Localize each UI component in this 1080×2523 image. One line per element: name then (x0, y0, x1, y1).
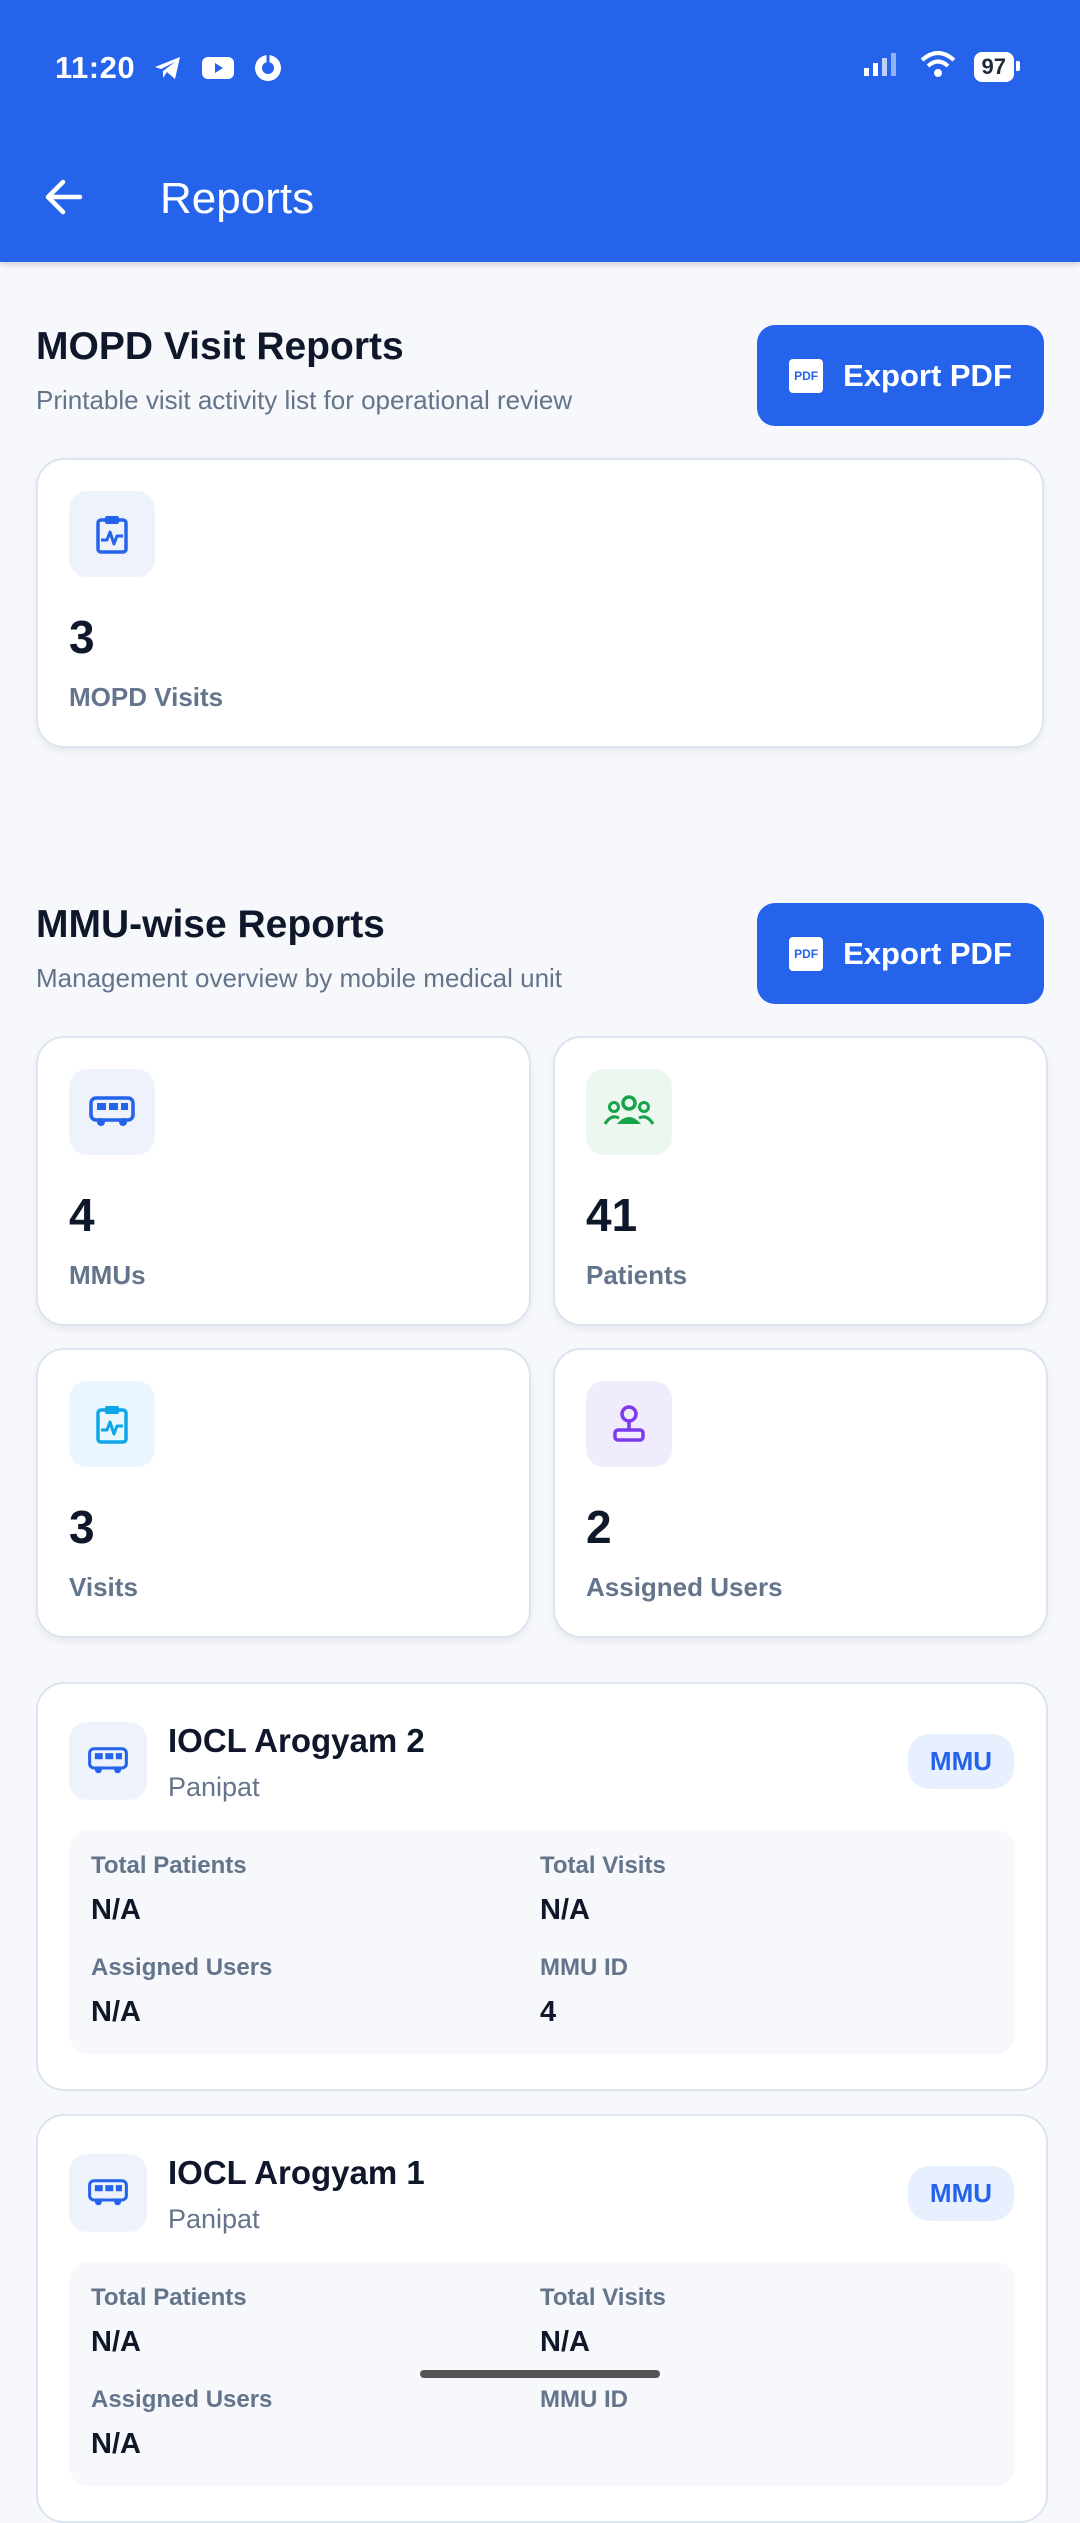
stat-value: 3 (69, 611, 95, 663)
battery-indicator: 97 (973, 51, 1021, 82)
youtube-icon (201, 55, 235, 81)
field-label: MMU ID (540, 2386, 628, 2413)
bus-icon (69, 2154, 147, 2232)
field-label: MMU ID (540, 1954, 628, 1981)
mmu-name: IOCL Arogyam 2 (168, 1722, 425, 1759)
bus-icon (69, 1069, 155, 1155)
stat-label: Assigned Users (586, 1572, 783, 1602)
field-value: N/A (91, 2326, 141, 2358)
app-bar: 11:20 97 Reports (0, 0, 1080, 262)
stat-label: MMUs (69, 1260, 146, 1290)
export-label: Export PDF (843, 357, 1012, 393)
mmu-badge: MMU (907, 2166, 1014, 2221)
pdf-icon: PDF (789, 936, 824, 971)
field-value: 4 (540, 1996, 557, 2028)
stat-value: 4 (69, 1189, 95, 1241)
signal-icon (862, 50, 902, 83)
field-value: N/A (91, 1894, 141, 1926)
back-button[interactable] (38, 172, 88, 222)
field-label: Total Patients (91, 1852, 247, 1879)
telegram-icon (153, 54, 183, 82)
assigned-users-cell: Assigned Users N/A (91, 1954, 272, 2029)
export-label: Export PDF (843, 935, 1012, 971)
stat-label: Visits (69, 1572, 138, 1602)
field-label: Assigned Users (91, 2386, 273, 2413)
field-label: Total Patients (91, 2284, 247, 2311)
stat-label: MOPD Visits (69, 682, 224, 712)
pdf-icon: PDF (789, 358, 824, 393)
user-badge-icon (586, 1381, 672, 1467)
app-notification-icon (253, 53, 283, 83)
group-icon (586, 1069, 672, 1155)
status-bar: 11:20 (55, 46, 283, 90)
field-value: N/A (91, 1996, 141, 2028)
stat-value: 3 (69, 1501, 95, 1553)
assigned-users-stat-card: 2 Assigned Users (553, 1348, 1048, 1638)
mmu-section-header: MMU-wise Reports Management overview by … (36, 903, 1044, 1013)
visits-stat-card: 3 Visits (36, 1348, 531, 1638)
assigned-users-cell: Assigned Users N/A (91, 2386, 272, 2461)
mopd-export-pdf-button[interactable]: PDF Export PDF (757, 325, 1044, 426)
mmu-id-cell: MMU ID 4 (540, 1954, 628, 2029)
mmu-unit-card[interactable]: IOCL Arogyam 1 Panipat MMU Total Patient… (36, 2114, 1048, 2523)
arrow-left-icon (45, 179, 83, 215)
field-label: Assigned Users (91, 1954, 273, 1981)
field-label: Total Visits (540, 1852, 666, 1879)
field-value: N/A (540, 1894, 590, 1926)
total-patients-cell: Total Patients N/A (91, 2284, 247, 2359)
total-patients-cell: Total Patients N/A (91, 1852, 247, 1927)
page-title: Reports (160, 174, 315, 223)
stat-value: 2 (586, 1501, 612, 1553)
stat-value: 41 (586, 1189, 638, 1241)
mmu-unit-card[interactable]: IOCL Arogyam 2 Panipat MMU Total Patient… (36, 1682, 1048, 2091)
mmu-name: IOCL Arogyam 1 (168, 2154, 425, 2191)
home-indicator[interactable] (420, 2370, 660, 2378)
clipboard-pulse-icon (69, 491, 155, 577)
status-time: 11:20 (55, 50, 136, 85)
mopd-section-header: MOPD Visit Reports Printable visit activ… (36, 325, 1044, 435)
clipboard-pulse-icon (69, 1381, 155, 1467)
field-label: Total Visits (540, 2284, 666, 2311)
field-value: N/A (540, 2326, 590, 2358)
mmus-stat-card: 4 MMUs (36, 1036, 531, 1326)
status-indicators: 97 (862, 50, 1021, 83)
mopd-visits-card: 3 MOPD Visits (36, 458, 1044, 748)
mmu-badge: MMU (907, 1734, 1014, 1789)
total-visits-cell: Total Visits N/A (540, 1852, 666, 1927)
bus-icon (69, 1722, 147, 1800)
mmu-location: Panipat (168, 1772, 260, 1802)
total-visits-cell: Total Visits N/A (540, 2284, 666, 2359)
mmu-id-cell: MMU ID (540, 2386, 628, 2428)
mmu-export-pdf-button[interactable]: PDF Export PDF (757, 903, 1044, 1004)
mmu-details: Total Patients N/A Total Visits N/A Assi… (69, 1830, 1015, 2054)
stat-label: Patients (586, 1260, 688, 1290)
field-value: N/A (91, 2428, 141, 2460)
mmu-location: Panipat (168, 2204, 260, 2234)
patients-stat-card: 41 Patients (553, 1036, 1048, 1326)
wifi-icon (920, 50, 956, 83)
